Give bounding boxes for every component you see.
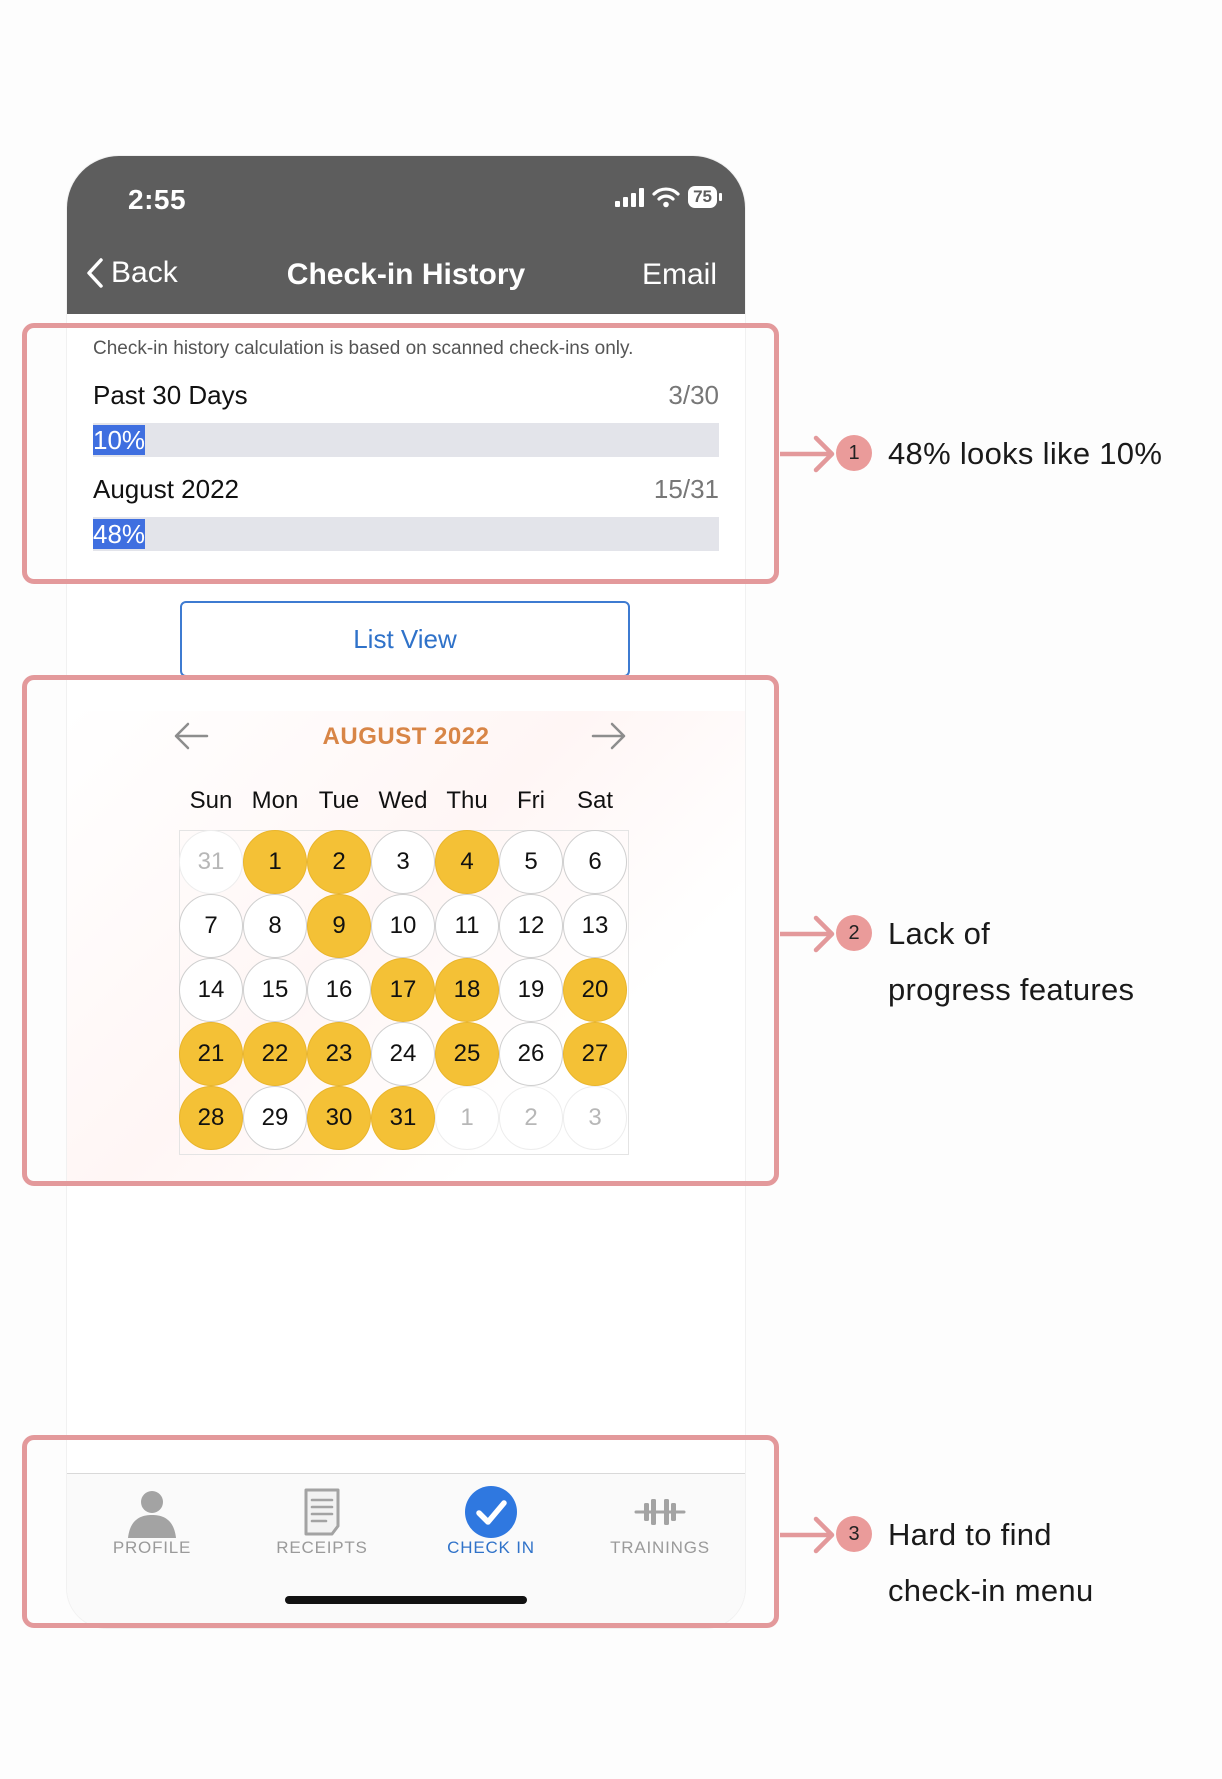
calendar-day-checked-in[interactable]: 9 <box>307 894 371 958</box>
next-month-arrow-icon[interactable] <box>589 716 629 756</box>
calendar-day-checked-in[interactable]: 31 <box>371 1086 435 1150</box>
calendar-day[interactable]: 16 <box>307 958 371 1022</box>
weekday-tue: Tue <box>318 787 360 814</box>
tab-check-in[interactable]: CHECK IN <box>406 1474 576 1574</box>
calendar-day-checked-in[interactable]: 2 <box>307 830 371 894</box>
calendar-day-checked-in[interactable]: 1 <box>243 830 307 894</box>
home-indicator <box>285 1596 527 1604</box>
calendar-day-checked-in[interactable]: 4 <box>435 830 499 894</box>
calendar-day[interactable]: 7 <box>179 894 243 958</box>
status-icons: 75 <box>615 186 722 208</box>
calendar-day-checked-in[interactable]: 20 <box>563 958 627 1022</box>
history-note: Check-in history calculation is based on… <box>93 338 634 359</box>
phone-screen: 2:55 75 Back Check-in History Email Chec… <box>67 156 745 1628</box>
calendar-day[interactable]: 11 <box>435 894 499 958</box>
calendar-day[interactable]: 15 <box>243 958 307 1022</box>
past-30-days-label: Past 30 Days <box>93 380 248 410</box>
annotation-2-line-1: Lack of <box>888 916 991 951</box>
calendar-day[interactable]: 5 <box>499 830 563 894</box>
battery-icon: 75 <box>688 186 722 208</box>
calendar-day-checked-in[interactable]: 23 <box>307 1022 371 1086</box>
past-30-days-count: 3/30 <box>668 380 719 410</box>
calendar-day[interactable]: 14 <box>179 958 243 1022</box>
calendar-day[interactable]: 19 <box>499 958 563 1022</box>
weekday-mon: Mon <box>251 787 299 814</box>
weekday-sun: Sun <box>189 787 233 814</box>
calendar-day[interactable]: 12 <box>499 894 563 958</box>
month-percent: 48% <box>93 519 146 549</box>
annotation-badge-3: 3 <box>836 1516 872 1552</box>
annotation-3-line-1: Hard to find <box>888 1517 1052 1552</box>
nav-row: Back Check-in History Email <box>67 256 745 300</box>
month-progress-bar: 48% <box>93 517 719 551</box>
calendar-day[interactable]: 26 <box>499 1022 563 1086</box>
annotation-badge-1: 1 <box>836 435 872 471</box>
weekday-fri: Fri <box>517 787 545 814</box>
back-label: Back <box>111 256 178 289</box>
cellular-signal-icon <box>615 187 645 207</box>
weekday-thu: Thu <box>446 787 488 814</box>
calendar-day[interactable]: 6 <box>563 830 627 894</box>
chevron-left-icon <box>87 258 103 288</box>
person-icon <box>128 1491 176 1538</box>
annotation-3-line-2: check-in menu <box>888 1573 1094 1608</box>
dumbbell-icon <box>634 1499 686 1525</box>
past-30-days-progress-bar: 10% <box>93 423 719 457</box>
annotation-arrow-3-icon <box>780 1516 835 1554</box>
back-button[interactable]: Back <box>85 256 178 290</box>
calendar-day-outside-month[interactable]: 3 <box>563 1086 627 1150</box>
header-bar: 2:55 75 Back Check-in History Email <box>67 156 745 314</box>
annotation-1-line-1: 48% looks like 10% <box>888 436 1163 471</box>
tab-trainings-label: TRAININGS <box>610 1538 710 1557</box>
receipt-icon <box>304 1488 340 1536</box>
calendar-day-checked-in[interactable]: 27 <box>563 1022 627 1086</box>
annotation-text-2: Lack of progress features <box>888 906 1134 1018</box>
annotation-text-1: 48% looks like 10% <box>888 426 1162 482</box>
annotation-arrow-1-icon <box>780 435 835 473</box>
calendar-day-checked-in[interactable]: 25 <box>435 1022 499 1086</box>
calendar-month-title: AUGUST 2022 <box>322 723 490 750</box>
email-button[interactable]: Email <box>642 258 717 292</box>
weekday-wed: Wed <box>378 787 428 814</box>
calendar-day-checked-in[interactable]: 22 <box>243 1022 307 1086</box>
annotation-2-line-2: progress features <box>888 972 1135 1007</box>
calendar-day-checked-in[interactable]: 28 <box>179 1086 243 1150</box>
past-30-days-percent: 10% <box>93 425 146 455</box>
month-label: August 2022 <box>93 474 240 504</box>
annotation-text-3: Hard to find check-in menu <box>888 1507 1094 1619</box>
tab-check-in-label: CHECK IN <box>447 1538 535 1557</box>
annotation-arrow-2-icon <box>780 915 835 953</box>
calendar-day-outside-month[interactable]: 31 <box>179 830 243 894</box>
tab-receipts[interactable]: RECEIPTS <box>237 1474 407 1574</box>
calendar-day-checked-in[interactable]: 17 <box>371 958 435 1022</box>
calendar-day-outside-month[interactable]: 2 <box>499 1086 563 1150</box>
calendar-day[interactable]: 8 <box>243 894 307 958</box>
month-count: 15/31 <box>653 474 719 504</box>
calendar-day-checked-in[interactable]: 30 <box>307 1086 371 1150</box>
tab-receipts-label: RECEIPTS <box>276 1538 368 1557</box>
status-time: 2:55 <box>128 184 187 215</box>
calendar-day[interactable]: 29 <box>243 1086 307 1150</box>
tab-trainings[interactable]: TRAININGS <box>575 1474 745 1574</box>
calendar-day[interactable]: 10 <box>371 894 435 958</box>
tab-bar: PROFILE RECEIPTS CHECK IN TRAININGS <box>67 1473 745 1628</box>
calendar-day-outside-month[interactable]: 1 <box>435 1086 499 1150</box>
tab-profile[interactable]: PROFILE <box>67 1474 237 1574</box>
calendar-day[interactable]: 24 <box>371 1022 435 1086</box>
list-view-button[interactable]: List View <box>180 601 630 677</box>
tab-profile-label: PROFILE <box>112 1538 192 1557</box>
weekday-sat: Sat <box>576 787 614 814</box>
calendar-day-checked-in[interactable]: 21 <box>179 1022 243 1086</box>
checkmark-circle-icon <box>465 1486 517 1538</box>
calendar-day-checked-in[interactable]: 18 <box>435 958 499 1022</box>
calendar-day[interactable]: 13 <box>563 894 627 958</box>
annotation-badge-2: 2 <box>836 915 872 951</box>
wifi-icon <box>652 187 680 208</box>
calendar-day[interactable]: 3 <box>371 830 435 894</box>
